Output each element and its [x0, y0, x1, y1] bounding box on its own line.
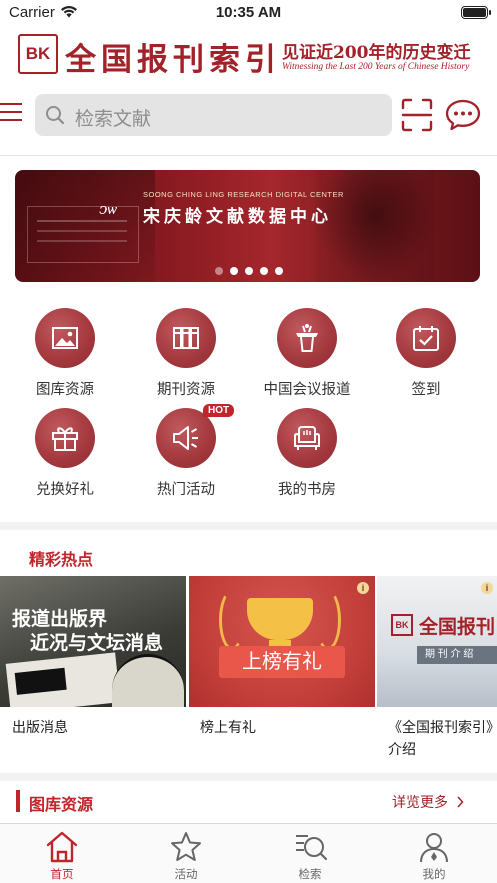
header-divider — [0, 155, 497, 156]
card-caption[interactable]: 榜上有礼 — [200, 716, 370, 738]
grid-icon-circle — [35, 308, 95, 368]
view-more-link[interactable]: 详览更多 — [392, 792, 464, 812]
grid-item-label: 兑换好礼 — [36, 482, 94, 498]
banner-caption-en: SOONG CHING LING RESEARCH DIGITAL CENTER — [143, 190, 344, 199]
grid-item-label: 图库资源 — [36, 382, 94, 398]
app-title: 全国报刊索引 — [65, 42, 281, 78]
tab-search[interactable]: 检索 — [248, 830, 372, 881]
search-placeholder: 检索文献 — [75, 109, 152, 130]
view-more-label: 详览更多 — [392, 794, 448, 810]
grid-item-label: 期刊资源 — [157, 382, 215, 398]
carousel-dot[interactable] — [244, 267, 253, 275]
grid-item-study[interactable]: 我的书房 — [252, 408, 362, 503]
carousel-dot[interactable] — [259, 267, 268, 275]
highlights-title: 精彩热点 — [29, 552, 94, 569]
scan-icon[interactable] — [401, 98, 433, 132]
grid-icon-circle — [396, 308, 456, 368]
card-image-text: 上榜有礼 — [219, 646, 345, 678]
bk-logo: BK — [391, 614, 413, 636]
carousel-dot[interactable] — [274, 267, 283, 275]
brand-header: BK 全国报刊索引 见证近200年的历史变迁 Witnessing the La… — [0, 26, 497, 84]
tab-label: 首页 — [50, 869, 74, 881]
card-caption[interactable]: 《全国报刊索引》介绍 — [388, 716, 496, 760]
hot-badge: HOT — [203, 404, 235, 417]
gallery-section-title: 图库资源 — [29, 797, 94, 814]
grid-item-conference[interactable]: 中国会议报道 — [252, 308, 362, 403]
carousel-indicator[interactable] — [0, 262, 497, 275]
home-icon — [46, 831, 78, 863]
tab-mine[interactable]: 我的 — [372, 830, 496, 881]
grid-icon-circle — [156, 308, 216, 368]
grid-icon-circle — [35, 408, 95, 468]
slogan-english: Witnessing the Last 200 Years of Chinese… — [282, 62, 470, 72]
card-image-band: 期 刊 介 绍 — [417, 646, 497, 664]
grid-icon-circle — [277, 408, 337, 468]
carousel-dot[interactable] — [214, 267, 223, 275]
grid-item-checkin[interactable]: 签到 — [371, 308, 481, 403]
card-image-text: 近况与文坛消息 — [30, 633, 164, 654]
search-input[interactable]: 检索文献 — [35, 94, 392, 136]
grid-item-redeem[interactable]: 兑换好礼 — [10, 408, 120, 503]
newspaper-image — [5, 652, 121, 707]
star-icon — [171, 832, 201, 861]
message-icon[interactable] — [445, 98, 481, 132]
grid-item-journals[interactable]: 期刊资源 — [131, 308, 241, 403]
bk-logo: BK — [18, 34, 58, 74]
tab-activities[interactable]: 活动 — [124, 830, 248, 881]
slogan: 见证近200年的历史变迁 — [282, 43, 471, 63]
trophy-icon — [247, 598, 313, 640]
battery-icon — [461, 6, 491, 19]
card-image-text: 全国报刊 — [419, 616, 496, 638]
grid-item-label: 热门活动 — [157, 482, 215, 498]
grid-item-gallery[interactable]: 图库资源 — [10, 308, 120, 403]
section-separator — [0, 773, 497, 781]
tab-label: 检索 — [298, 869, 322, 881]
info-icon: i — [481, 582, 493, 594]
section-marker — [16, 790, 20, 812]
grid-icon-circle — [277, 308, 337, 368]
card-image-text: 报道出版界 — [12, 609, 108, 630]
grid-item-label: 签到 — [411, 382, 441, 398]
clock: 10:35 AM — [215, 4, 282, 21]
grid-item-events[interactable]: HOT 热门活动 — [131, 404, 241, 503]
grid-icon-circle — [156, 408, 216, 468]
user-icon — [420, 833, 448, 863]
card-caption[interactable]: 出版消息 — [12, 716, 182, 738]
info-icon: i — [357, 582, 369, 594]
tab-bar: 首页 活动 检索 我的 — [0, 823, 497, 883]
chevron-right-icon — [457, 796, 464, 808]
section-separator — [0, 522, 497, 530]
tab-label: 活动 — [174, 869, 198, 881]
carousel-dot[interactable] — [229, 267, 238, 275]
highlight-card-index-intro[interactable]: BK 全国报刊 期 刊 介 绍 i — [377, 576, 497, 707]
menu-icon[interactable] — [0, 103, 22, 123]
banner-signature-icon: ↄѡ — [99, 200, 117, 218]
search-icon — [46, 106, 65, 125]
banner-caption-cn: 宋庆龄文献数据中心 — [143, 207, 332, 227]
search-list-icon — [296, 835, 328, 861]
highlight-card-ranking[interactable]: 上榜有礼 i — [189, 576, 375, 707]
laurel-icon — [315, 590, 341, 650]
grid-item-label: 我的书房 — [278, 482, 336, 498]
tab-label: 我的 — [422, 869, 446, 881]
status-bar: Carrier 10:35 AM — [0, 0, 497, 26]
highlight-card-publishing[interactable]: 报道出版界 近况与文坛消息 — [0, 576, 186, 707]
grid-item-label: 中国会议报道 — [263, 382, 351, 398]
laurel-icon — [219, 590, 245, 650]
tab-home[interactable]: 首页 — [0, 830, 124, 881]
open-book-image — [112, 654, 184, 707]
